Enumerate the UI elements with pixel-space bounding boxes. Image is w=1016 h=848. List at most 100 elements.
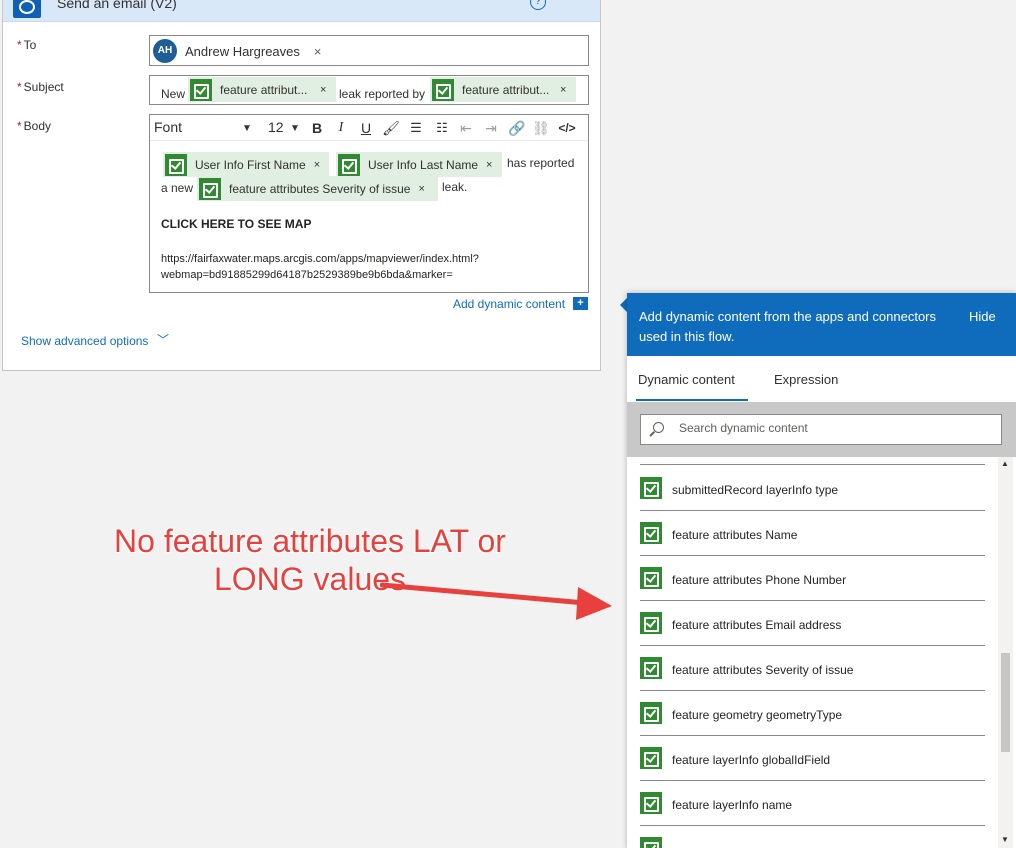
scroll-thumb[interactable] xyxy=(1001,653,1010,752)
list-item[interactable]: feature attributes Severity of issue xyxy=(640,646,985,691)
dynamic-content-panel: Add dynamic content from the apps and co… xyxy=(627,293,1016,848)
rich-text-toolbar: Font ▼ 12 ▼ B I U 🖌 ☰ ☷ ⇤ ⇥ 🔗 ⛓ </> xyxy=(150,115,588,141)
bold-button[interactable]: B xyxy=(307,118,327,138)
list-item[interactable]: feature layerInfo name xyxy=(640,781,985,826)
required-mark: * xyxy=(17,80,22,94)
search-input[interactable] xyxy=(679,421,979,435)
hide-button[interactable]: Hide xyxy=(969,309,996,324)
to-label: * To xyxy=(17,38,36,52)
remove-recipient-icon[interactable]: × xyxy=(314,44,322,59)
remove-token-icon[interactable]: × xyxy=(418,183,424,195)
dynamic-token[interactable]: User Info First Name × xyxy=(163,152,329,177)
forms-icon xyxy=(190,78,212,101)
outlook-icon xyxy=(13,0,41,18)
bullet-list-icon[interactable]: ☰ xyxy=(406,118,426,138)
list-item[interactable]: feature geometry geometryType xyxy=(640,691,985,736)
list-item[interactable]: feature layerInfo globalIdField xyxy=(640,736,985,781)
to-field[interactable]: AH Andrew Hargreaves × xyxy=(149,35,589,66)
body-label-text: Body xyxy=(23,119,52,133)
forms-icon xyxy=(640,477,662,499)
list-item[interactable]: feature attributes Name xyxy=(640,511,985,556)
remove-token-icon[interactable]: × xyxy=(320,84,326,96)
subject-text: leak reported by xyxy=(339,87,426,101)
panel-header: Add dynamic content from the apps and co… xyxy=(627,293,1016,356)
unlink-icon[interactable]: ⛓ xyxy=(531,118,551,138)
decrease-indent-icon[interactable]: ⇤ xyxy=(456,118,476,138)
remove-token-icon[interactable]: × xyxy=(486,159,492,171)
dynamic-token[interactable]: feature attribut... × xyxy=(188,77,336,102)
forms-icon xyxy=(640,837,662,848)
body-label: * Body xyxy=(17,119,51,133)
dynamic-token[interactable]: User Info Last Name × xyxy=(336,152,502,177)
show-advanced-options-link[interactable]: Show advanced options xyxy=(21,334,148,348)
body-text: leak. xyxy=(442,180,468,194)
map-link-text: CLICK HERE TO SEE MAP xyxy=(161,217,312,231)
link-icon[interactable]: 🔗 xyxy=(507,118,527,138)
avatar: AH xyxy=(153,39,177,63)
map-url-line: https://fairfaxwater.maps.arcgis.com/app… xyxy=(161,253,479,265)
card-header[interactable]: Send an email (V2) ? ··· xyxy=(3,0,600,22)
list-item[interactable]: feature attributes Email address xyxy=(640,601,985,646)
dynamic-token[interactable]: feature attributes Severity of issue × xyxy=(197,176,438,201)
remove-token-icon[interactable]: × xyxy=(560,84,566,96)
subject-text: New xyxy=(161,87,186,101)
add-dynamic-content-link[interactable]: Add dynamic content xyxy=(453,297,565,311)
recipient-persona[interactable]: AH Andrew Hargreaves × xyxy=(153,39,321,63)
forms-icon xyxy=(640,522,662,544)
subject-label-text: Subject xyxy=(23,80,64,94)
forms-icon xyxy=(640,702,662,724)
add-dynamic-content-icon[interactable]: + xyxy=(573,297,588,310)
font-select[interactable]: Font xyxy=(154,119,254,135)
size-dropdown-icon[interactable]: ▼ xyxy=(290,123,300,134)
token-label: feature attribut... xyxy=(220,82,308,97)
body-editor[interactable]: Font ▼ 12 ▼ B I U 🖌 ☰ ☷ ⇤ ⇥ 🔗 ⛓ </> User… xyxy=(149,114,589,293)
active-tab-indicator xyxy=(636,399,748,401)
scroll-up-icon[interactable]: ▲ xyxy=(1001,459,1009,468)
list-scrollbar[interactable]: ▲ ▼ xyxy=(998,457,1013,848)
tab-dynamic-content[interactable]: Dynamic content xyxy=(638,372,735,387)
font-size-select[interactable]: 12 xyxy=(268,119,284,135)
color-picker-icon[interactable]: 🖌 xyxy=(381,118,401,138)
body-text: a new xyxy=(161,181,194,195)
underline-button[interactable]: U xyxy=(356,118,376,138)
annotation-line: No feature attributes LAT or xyxy=(114,523,506,559)
list-item-label: submittedRecord layerInfo type xyxy=(672,483,839,497)
forms-icon xyxy=(640,792,662,814)
list-item-label: feature layerInfo name xyxy=(672,798,793,812)
token-label: User Info Last Name xyxy=(368,157,479,172)
code-view-icon[interactable]: </> xyxy=(557,118,577,138)
list-item-label: feature attributes Email address xyxy=(672,618,842,632)
list-item-label: feature layerInfo globalIdField xyxy=(672,753,831,767)
increase-indent-icon[interactable]: ⇥ xyxy=(481,118,501,138)
remove-token-icon[interactable]: × xyxy=(314,159,320,171)
help-icon[interactable]: ? xyxy=(530,0,546,10)
list-item[interactable]: submittedRecord layerInfo type xyxy=(640,466,985,511)
font-dropdown-icon[interactable]: ▼ xyxy=(242,123,252,134)
chevron-down-icon[interactable]: ﹀ xyxy=(157,331,169,348)
search-box[interactable] xyxy=(640,414,1002,445)
map-url-line: webmap=bd91885299d64187b2529389be9b6bda&… xyxy=(161,269,453,281)
send-email-card: Send an email (V2) ? ··· *To AH Andrew H… xyxy=(2,0,601,371)
list-item[interactable] xyxy=(640,826,985,848)
subject-field[interactable]: New feature attribut... × leak reported … xyxy=(149,75,589,105)
required-mark: * xyxy=(17,38,22,52)
list-item-label: feature attributes Name xyxy=(672,528,798,542)
forms-icon xyxy=(640,567,662,589)
forms-icon xyxy=(338,153,360,176)
forms-icon xyxy=(165,153,187,176)
list-item[interactable]: feature attributes Phone Number xyxy=(640,556,985,601)
panel-header-text: Add dynamic content from the apps and co… xyxy=(639,309,937,344)
required-mark: * xyxy=(17,119,22,133)
annotation-arrow-icon xyxy=(380,582,612,620)
list-item[interactable] xyxy=(640,457,985,465)
forms-icon xyxy=(640,747,662,769)
scroll-down-icon[interactable]: ▼ xyxy=(1001,835,1009,844)
numbered-list-icon[interactable]: ☷ xyxy=(432,118,452,138)
tab-expression[interactable]: Expression xyxy=(774,372,838,387)
list-item-label: feature attributes Severity of issue xyxy=(672,663,854,677)
more-options-icon[interactable]: ··· xyxy=(568,0,589,9)
forms-icon xyxy=(432,78,454,101)
italic-button[interactable]: I xyxy=(331,118,351,138)
list-item-label: feature geometry geometryType xyxy=(672,708,843,722)
dynamic-token[interactable]: feature attribut... × xyxy=(430,77,576,102)
